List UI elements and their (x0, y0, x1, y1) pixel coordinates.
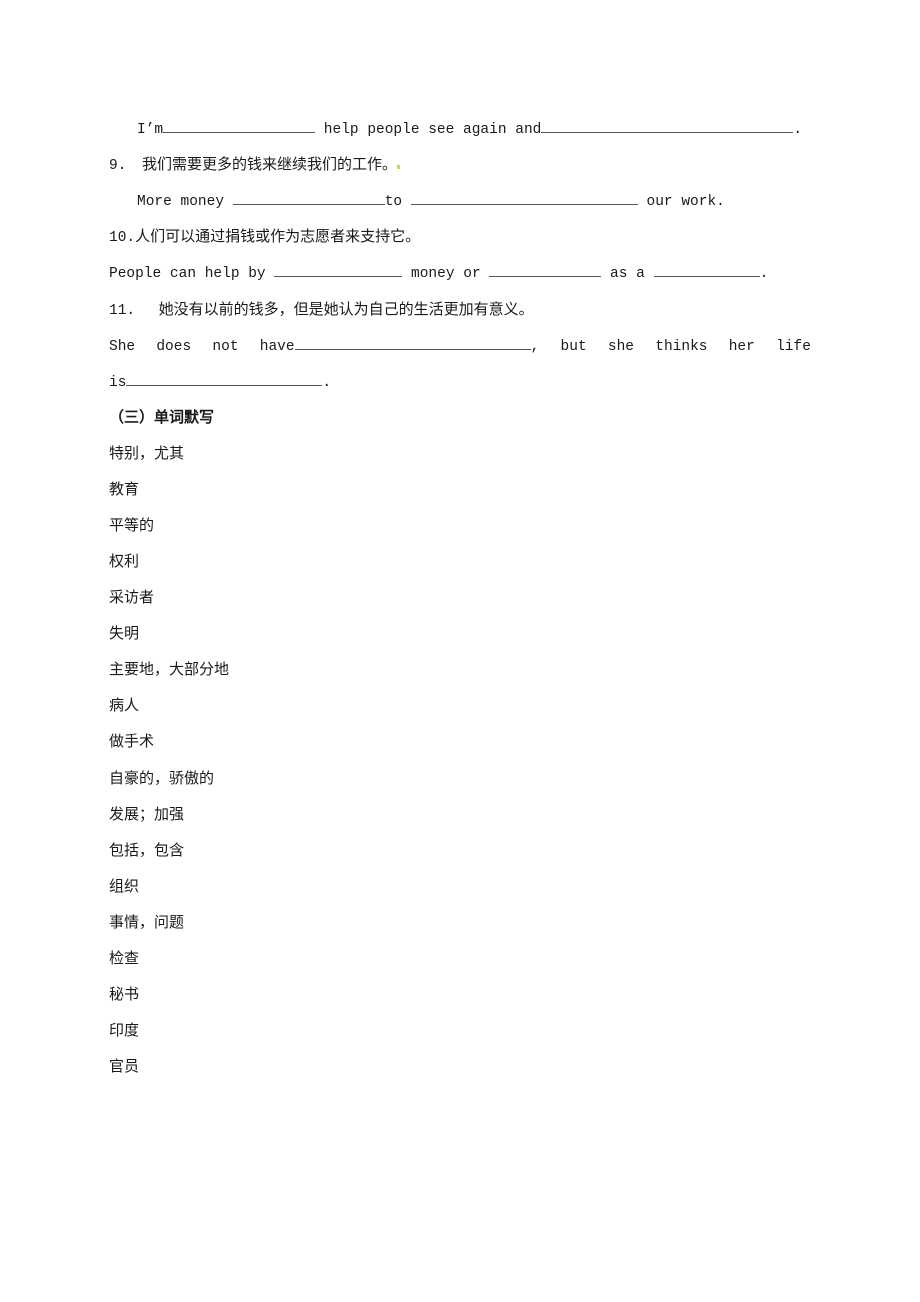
item11-word: she (607, 339, 635, 355)
item11-word: thinks (655, 339, 708, 355)
item9-chinese-line: 9. 我们需要更多的钱来继续我们的工作。 (109, 154, 400, 176)
item11-word: but (560, 339, 587, 355)
item10-english-line: People can help by money or as a . (109, 262, 768, 284)
item10-middle1: money or (402, 266, 490, 282)
item8-suffix: . (793, 122, 803, 138)
vocab-item: 教育 (109, 480, 140, 498)
item11-chinese: 她没有以前的钱多，但是她认为自己的生活更加有意义。 (158, 300, 534, 318)
item8-english-line: I’m help people see again and. (137, 118, 802, 140)
item11-blank-1[interactable] (294, 335, 531, 350)
document-page: I’m help people see again and. 9. 我们需要更多… (0, 0, 920, 1302)
item11-word: She (109, 339, 136, 355)
item8-middle: help people see again and (315, 122, 542, 138)
vocab-item: 检查 (109, 949, 140, 967)
item10-prefix: People can help by (109, 266, 275, 282)
vocab-item: 权利 (109, 552, 140, 570)
item9-blank-1[interactable] (232, 190, 385, 205)
item11-word: not (212, 339, 239, 355)
vocab-item: 采访者 (109, 588, 155, 606)
vocab-item: 官员 (109, 1057, 140, 1075)
item8-prefix: I’m (137, 122, 164, 138)
section-title: （三）单词默写 (109, 408, 215, 426)
vocab-item: 病人 (109, 696, 140, 714)
item11-comma: , (530, 339, 540, 355)
vocab-item: 发展；加强 (109, 805, 185, 823)
vocab-item: 主要地，大部分地 (109, 660, 230, 678)
item9-number: 9. (109, 158, 127, 174)
item10-middle2: as a (601, 266, 654, 282)
vocab-item: 包括，包含 (109, 841, 185, 859)
item10-chinese-line: 10.人们可以通过捐钱或作为志愿者来支持它。 (109, 226, 420, 248)
item11-word: have (259, 339, 295, 355)
item10-blank-3[interactable] (653, 262, 760, 277)
item11-line2-prefix: is (109, 375, 127, 391)
format-mark (396, 165, 400, 169)
item9-english-line: More money to our work. (137, 190, 725, 212)
item8-blank-2[interactable] (541, 118, 794, 133)
item9-suffix: our work. (637, 194, 725, 210)
item10-blank-2[interactable] (489, 262, 602, 277)
item11-word: life (776, 339, 811, 355)
item11-chinese-line: 11. 她没有以前的钱多，但是她认为自己的生活更加有意义。 (109, 299, 534, 321)
item11-word: her (728, 339, 755, 355)
vocab-item: 组织 (109, 877, 140, 895)
item9-blank-2[interactable] (410, 190, 638, 205)
vocab-item: 特别，尤其 (109, 444, 185, 462)
vocab-item: 事情，问题 (109, 913, 185, 931)
item10-number: 10. (109, 230, 136, 246)
item11-blank-2[interactable] (126, 371, 323, 386)
item11-word: does (156, 339, 192, 355)
vocab-item: 自豪的，骄傲的 (109, 769, 215, 787)
item9-chinese: 我们需要更多的钱来继续我们的工作。 (141, 155, 397, 173)
item8-blank-1[interactable] (163, 118, 316, 133)
vocab-item: 秘书 (109, 985, 140, 1003)
item10-blank-1[interactable] (274, 262, 403, 277)
item9-prefix: More money (137, 194, 233, 210)
item11-number: 11. (109, 303, 136, 319)
item10-chinese: 人们可以通过捐钱或作为志愿者来支持它。 (135, 227, 421, 245)
item9-middle: to (384, 194, 411, 210)
item11-english-line-1: She does not have, but she thinks her li… (109, 335, 811, 357)
item10-suffix: . (759, 266, 769, 282)
vocab-item: 失明 (109, 624, 140, 642)
vocab-item: 平等的 (109, 516, 155, 534)
vocab-item: 做手术 (109, 732, 155, 750)
item11-line2-suffix: . (322, 375, 332, 391)
vocab-item: 印度 (109, 1021, 140, 1039)
item11-english-line-2: is. (109, 371, 331, 393)
